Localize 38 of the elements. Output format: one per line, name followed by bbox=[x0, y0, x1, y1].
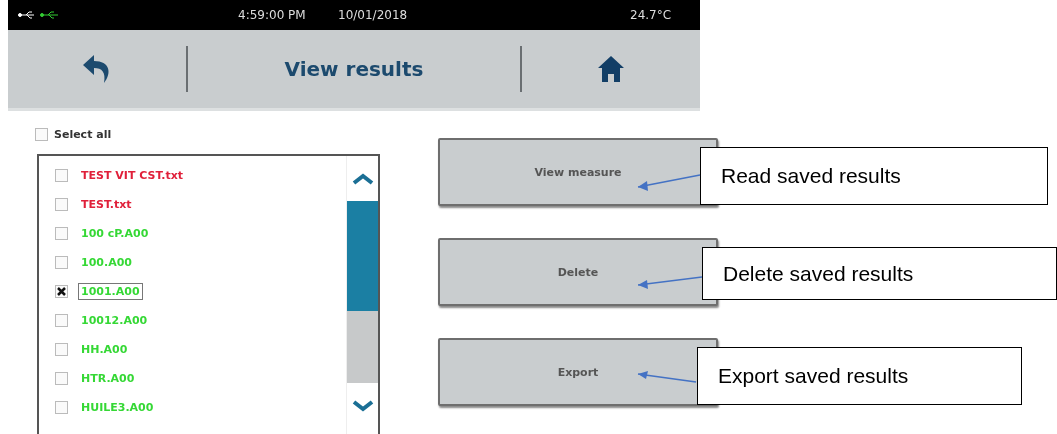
action-button[interactable]: Delete bbox=[438, 238, 718, 306]
checkbox[interactable] bbox=[55, 227, 68, 240]
checkbox[interactable] bbox=[35, 127, 48, 141]
file-name[interactable]: TEST VIT CST.txt bbox=[78, 167, 187, 184]
checkbox[interactable] bbox=[55, 314, 68, 327]
page-title: View results bbox=[284, 56, 424, 81]
temperature: 24.7°C bbox=[630, 7, 673, 22]
checkbox[interactable] bbox=[55, 343, 68, 356]
scroll-down-icon[interactable] bbox=[351, 399, 374, 412]
callout-label: Read saved results bbox=[700, 147, 1048, 205]
checkbox[interactable] bbox=[55, 285, 68, 298]
callout-label: Delete saved results bbox=[702, 247, 1057, 300]
file-name[interactable]: 1001.A00 bbox=[78, 283, 143, 300]
scroll-up-icon[interactable] bbox=[351, 172, 374, 185]
file-name[interactable]: HUILE3.A00 bbox=[78, 399, 157, 416]
file-name[interactable]: 10012.A00 bbox=[78, 312, 151, 329]
date: 10/01/2018 bbox=[338, 7, 409, 22]
select-all-label: Select all bbox=[54, 127, 112, 141]
action-button[interactable]: View measure bbox=[438, 138, 718, 206]
checkbox[interactable] bbox=[55, 401, 68, 414]
checkbox[interactable] bbox=[55, 256, 68, 269]
checkbox[interactable] bbox=[55, 372, 68, 385]
leader-arrow bbox=[637, 276, 703, 289]
time: 4:59:00 PM bbox=[238, 7, 307, 22]
action-button[interactable]: Export bbox=[438, 338, 718, 406]
file-name[interactable]: HTR.A00 bbox=[78, 370, 138, 387]
leader-arrow bbox=[637, 174, 701, 191]
leader-arrow bbox=[637, 371, 697, 383]
checkbox[interactable] bbox=[55, 169, 68, 182]
callout-label: Export saved results bbox=[697, 347, 1022, 405]
back-icon[interactable] bbox=[82, 52, 112, 85]
checkbox[interactable] bbox=[55, 198, 68, 211]
file-name[interactable]: HH.A00 bbox=[78, 341, 131, 358]
home-icon[interactable] bbox=[597, 54, 625, 83]
file-name[interactable]: TEST.txt bbox=[78, 196, 135, 213]
file-name[interactable]: 100.A00 bbox=[78, 254, 135, 271]
scrollbar-thumb[interactable] bbox=[347, 201, 378, 311]
file-name[interactable]: 100 cP.A00 bbox=[78, 225, 152, 242]
